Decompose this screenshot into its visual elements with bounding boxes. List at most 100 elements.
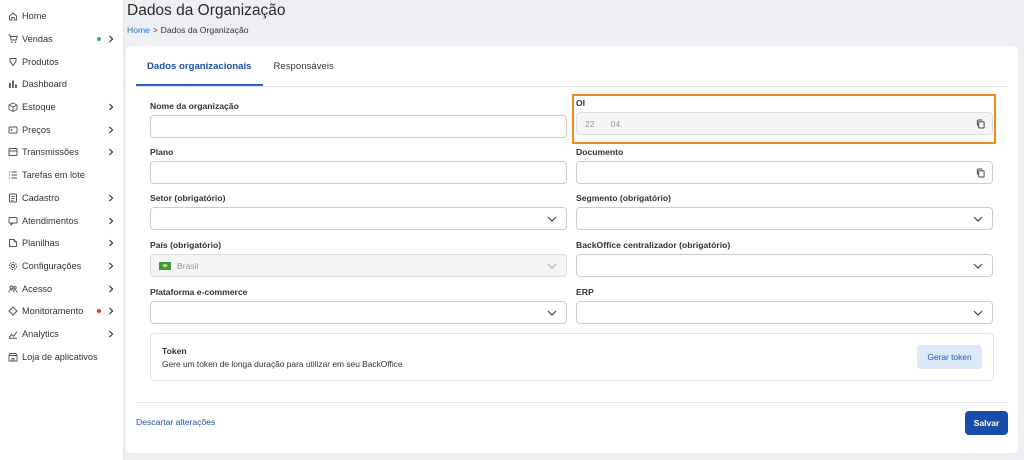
diamond-icon: [7, 306, 18, 317]
cart-icon: [7, 34, 18, 45]
documento-input[interactable]: [576, 161, 993, 184]
erp-label: ERP: [576, 287, 594, 297]
sidebar-item-tarefas-em-lote[interactable]: Tarefas em lote: [0, 164, 123, 187]
sidebar-item-produtos[interactable]: Produtos: [0, 50, 123, 73]
chevron-right-icon: [107, 307, 115, 315]
chevron-right-icon: [107, 126, 115, 134]
box-icon: [7, 102, 18, 113]
sidebar-item-label: Vendas: [22, 34, 53, 45]
spreadsheet-icon: [7, 238, 18, 249]
chevron-down-icon: [547, 309, 557, 317]
breadcrumb: Home > Dados da Organização: [127, 25, 249, 35]
sidebar-item-label: Dashboard: [22, 79, 67, 90]
chevron-right-icon: [107, 194, 115, 202]
copy-icon[interactable]: [976, 168, 985, 178]
token-title: Token: [162, 346, 187, 356]
list-icon: [7, 170, 18, 181]
chevron-right-icon: [107, 262, 115, 270]
chevron-right-icon: [107, 330, 115, 338]
sidebar-item-transmissoes[interactable]: Transmissões: [0, 141, 123, 164]
pais-label: País (obrigatório): [150, 240, 222, 250]
plano-field: Plano: [150, 147, 567, 184]
status-dot: [97, 309, 101, 314]
setor-label: Setor (obrigatório): [150, 193, 226, 203]
plataforma-field: Plataforma e-commerce: [150, 287, 567, 324]
plataforma-label: Plataforma e-commerce: [150, 287, 248, 297]
sidebar-item-configuracoes[interactable]: Configurações: [0, 255, 123, 278]
brazil-flag-icon: [159, 261, 171, 270]
org-name-label: Nome da organização: [150, 101, 239, 111]
backoffice-select[interactable]: [576, 254, 993, 277]
sidebar-item-cadastro[interactable]: Cadastro: [0, 187, 123, 210]
gear-icon: [7, 260, 18, 271]
erp-select[interactable]: [576, 301, 993, 324]
discard-changes-link[interactable]: Descartar alterações: [136, 417, 215, 427]
tab-divider: [136, 86, 1008, 87]
price-tag-icon: [7, 124, 18, 135]
pais-select[interactable]: Brasil: [150, 254, 567, 277]
documento-field: Documento: [576, 147, 993, 184]
sidebar-item-label: Analytics: [22, 328, 59, 339]
token-description: Gere um token de longa duração para util…: [162, 359, 403, 369]
sidebar-item-home[interactable]: Home: [0, 5, 123, 28]
tab-responsaveis[interactable]: Responsáveis: [263, 46, 345, 86]
erp-field: ERP: [576, 287, 993, 324]
plano-input[interactable]: [150, 161, 567, 184]
segmento-select[interactable]: [576, 207, 993, 230]
org-name-input[interactable]: [150, 115, 567, 138]
sidebar-item-label: Acesso: [22, 283, 53, 294]
sidebar-item-label: Atendimentos: [22, 215, 79, 226]
sidebar-item-planilhas[interactable]: Planilhas: [0, 232, 123, 255]
setor-field: Setor (obrigatório): [150, 193, 567, 230]
chevron-right-icon: [107, 285, 115, 293]
sidebar-item-monitoramento[interactable]: Monitoramento: [0, 300, 123, 323]
chevron-right-icon: [107, 217, 115, 225]
documento-label: Documento: [576, 147, 624, 157]
chevron-right-icon: [107, 103, 115, 111]
org-name-field: Nome da organização: [150, 101, 567, 138]
sidebar-item-label: Produtos: [22, 56, 59, 67]
breadcrumb-home-link[interactable]: Home: [127, 25, 150, 35]
setor-select[interactable]: [150, 207, 567, 230]
sidebar-item-precos[interactable]: Preços: [0, 118, 123, 141]
main-card: Dados organizacionais Responsáveis Nome …: [126, 46, 1018, 453]
breadcrumb-current: Dados da Organização: [160, 25, 249, 35]
plataforma-select[interactable]: [150, 301, 567, 324]
bar-chart-icon: [7, 79, 18, 90]
sidebar-item-analytics[interactable]: Analytics: [0, 323, 123, 346]
sidebar-item-label: Monitoramento: [22, 306, 84, 317]
generate-token-button[interactable]: Gerar token: [917, 345, 982, 369]
sidebar-item-label: Loja de aplicativos: [22, 351, 98, 362]
tab-dados-organizacionais[interactable]: Dados organizacionais: [136, 46, 263, 86]
save-button[interactable]: Salvar: [965, 411, 1008, 435]
analytics-icon: [7, 328, 18, 339]
plano-label: Plano: [150, 147, 174, 157]
token-panel: Token Gere um token de longa duração par…: [150, 333, 994, 381]
chevron-right-icon: [107, 148, 115, 156]
chevron-down-icon: [973, 309, 983, 317]
users-icon: [7, 283, 18, 294]
chat-icon: [7, 215, 18, 226]
tag-icon: [7, 56, 18, 67]
sidebar-item-label: Transmissões: [22, 147, 79, 158]
sidebar-item-vendas[interactable]: Vendas: [0, 28, 123, 51]
chevron-down-icon: [547, 215, 557, 223]
sidebar: Home Vendas Produtos Dashboard Estoque Preços…: [0, 0, 124, 460]
sidebar-item-dashboard[interactable]: Dashboard: [0, 73, 123, 96]
backoffice-field: BackOffice centralizador (obrigatório): [576, 240, 993, 277]
sidebar-item-label: Cadastro: [22, 192, 60, 203]
sidebar-item-loja-de-aplicativos[interactable]: Loja de aplicativos: [0, 345, 123, 368]
chevron-right-icon: [107, 35, 115, 43]
sidebar-item-label: Home: [22, 11, 47, 22]
transmission-icon: [7, 147, 18, 158]
pais-field: País (obrigatório) Brasil: [150, 240, 567, 277]
segmento-field: Segmento (obrigatório): [576, 193, 993, 230]
oi-highlight-box: [572, 94, 996, 144]
breadcrumb-separator: >: [152, 25, 158, 35]
sidebar-item-label: Preços: [22, 124, 51, 135]
sidebar-item-estoque[interactable]: Estoque: [0, 96, 123, 119]
sidebar-item-acesso[interactable]: Acesso: [0, 277, 123, 300]
sidebar-item-label: Tarefas em lote: [22, 170, 85, 181]
tab-bar: Dados organizacionais Responsáveis: [136, 46, 345, 86]
sidebar-item-atendimentos[interactable]: Atendimentos: [0, 209, 123, 232]
